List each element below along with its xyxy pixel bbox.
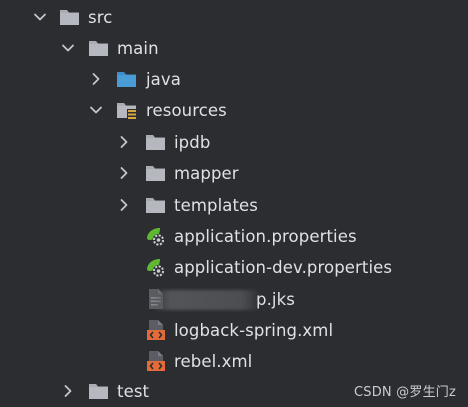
tree-label-jks-file: p.jks bbox=[256, 290, 295, 309]
tree-row-application-dev-properties[interactable]: application-dev.properties bbox=[0, 252, 468, 283]
xml-file-icon bbox=[144, 318, 168, 342]
tree-row-ipdb[interactable]: ipdb bbox=[0, 127, 468, 158]
chevron-right-icon[interactable] bbox=[58, 376, 78, 407]
tree-label-resources: resources bbox=[146, 101, 227, 120]
tree-row-templates[interactable]: templates bbox=[0, 190, 468, 221]
folder-icon bbox=[87, 36, 111, 60]
tree-label-application-properties: application.properties bbox=[174, 227, 357, 246]
folder-icon bbox=[144, 161, 168, 185]
tree-row-mapper[interactable]: mapper bbox=[0, 158, 468, 189]
folder-icon bbox=[58, 5, 82, 29]
folder-icon bbox=[144, 193, 168, 217]
chevron-right-icon[interactable] bbox=[86, 64, 106, 95]
tree-row-resources[interactable]: resources bbox=[0, 95, 468, 126]
tree-label-logback-spring-xml: logback-spring.xml bbox=[174, 321, 334, 340]
tree-row-rebel-xml[interactable]: rebel.xml bbox=[0, 346, 468, 377]
chevron-right-icon[interactable] bbox=[114, 127, 134, 158]
tree-row-src[interactable]: src bbox=[0, 2, 468, 33]
tree-label-templates: templates bbox=[174, 196, 258, 215]
tree-label-rebel-xml: rebel.xml bbox=[174, 352, 253, 371]
tree-row-java[interactable]: java bbox=[0, 64, 468, 95]
chevron-down-icon[interactable] bbox=[30, 2, 50, 33]
csdn-watermark: CSDN @罗生门z bbox=[353, 385, 456, 400]
tree-row-logback-spring-xml[interactable]: logback-spring.xml bbox=[0, 315, 468, 346]
project-tree: src main java resources ipdb mapper temp… bbox=[0, 0, 468, 406]
spring-properties-icon bbox=[144, 224, 168, 248]
folder-icon bbox=[144, 130, 168, 154]
tree-label-test: test bbox=[117, 382, 150, 401]
source-folder-icon bbox=[115, 67, 139, 91]
chevron-down-icon[interactable] bbox=[58, 33, 78, 64]
chevron-down-icon[interactable] bbox=[86, 95, 106, 126]
tree-row-main[interactable]: main bbox=[0, 33, 468, 64]
tree-label-src: src bbox=[88, 8, 113, 27]
xml-file-icon bbox=[144, 349, 168, 373]
tree-row-jks-file[interactable]: p.jks bbox=[0, 284, 468, 315]
spring-properties-icon bbox=[144, 255, 168, 279]
tree-label-main: main bbox=[117, 39, 159, 58]
redaction-blur bbox=[150, 290, 262, 310]
resources-folder-icon bbox=[115, 98, 139, 122]
tree-label-ipdb: ipdb bbox=[174, 133, 211, 152]
folder-icon bbox=[87, 379, 111, 403]
tree-label-mapper: mapper bbox=[174, 164, 239, 183]
tree-label-java: java bbox=[146, 70, 181, 89]
tree-row-application-properties[interactable]: application.properties bbox=[0, 221, 468, 252]
chevron-right-icon[interactable] bbox=[114, 158, 134, 189]
chevron-right-icon[interactable] bbox=[114, 190, 134, 221]
tree-label-application-dev-properties: application-dev.properties bbox=[174, 258, 393, 277]
